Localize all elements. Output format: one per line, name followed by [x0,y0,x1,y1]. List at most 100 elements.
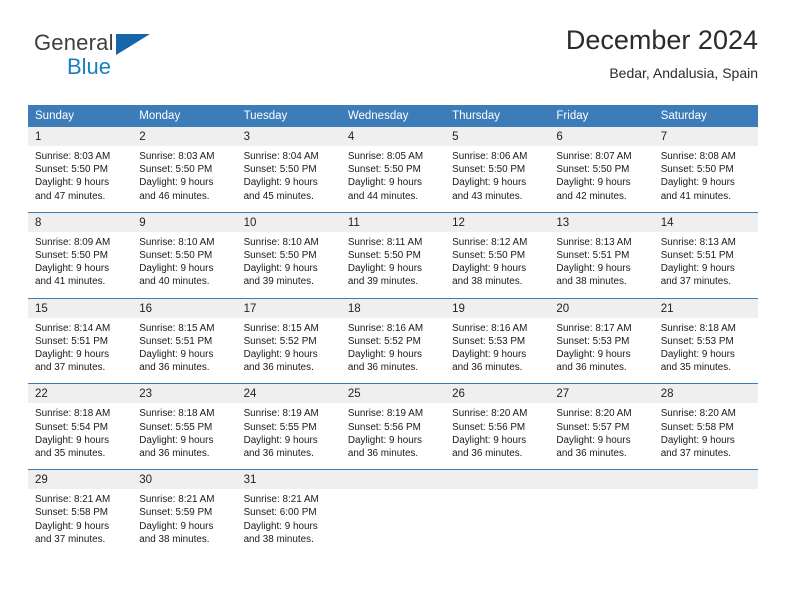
sunrise-text: Sunrise: 8:16 AM [347,322,424,334]
day-number-9[interactable]: 9 [132,212,237,232]
sunset-text: Sunset: 5:53 PM [556,335,630,347]
day-number-row: 1234567 [28,127,758,146]
sunrise-text: Sunrise: 8:18 AM [660,322,736,334]
general-blue-logo: General Blue [34,32,214,94]
sunrise-text: Sunrise: 8:10 AM [243,236,319,248]
sunset-text: Sunset: 5:58 PM [660,421,734,433]
day-cell-30[interactable]: Sunrise: 8:21 AM Sunset: 5:59 PM Daylight:… [132,489,237,556]
day-cell-31[interactable]: Sunrise: 8:21 AM Sunset: 6:00 PM Daylight:… [236,489,341,556]
day-cell-9[interactable]: Sunrise: 8:10 AM Sunset: 5:50 PM Daylight:… [132,231,237,298]
day-cell-4[interactable]: Sunrise: 8:05 AM Sunset: 5:50 PM Daylight:… [340,146,446,212]
day-cell-5[interactable]: Sunrise: 8:06 AM Sunset: 5:50 PM Daylight:… [445,146,550,212]
day-number-11[interactable]: 11 [340,212,446,232]
day-number-14[interactable]: 14 [653,212,758,232]
day-cell-22[interactable]: Sunrise: 8:18 AM Sunset: 5:54 PM Daylight:… [28,403,133,470]
day-cell-13[interactable]: Sunrise: 8:13 AM Sunset: 5:51 PM Daylight:… [549,231,654,298]
day-number-25[interactable]: 25 [340,384,446,404]
daylight-text: Daylight: 9 hours and 38 minutes. [139,520,214,545]
day-cell-20[interactable]: Sunrise: 8:17 AM Sunset: 5:53 PM Daylight:… [549,317,654,384]
day-number-15[interactable]: 15 [28,298,133,318]
day-number-13[interactable]: 13 [549,212,654,232]
daylight-text: Daylight: 9 hours and 37 minutes. [660,434,735,460]
day-number-12[interactable]: 12 [445,212,550,232]
day-number-3[interactable]: 3 [236,127,341,146]
day-cell-empty [549,489,654,556]
day-number-18[interactable]: 18 [340,298,446,318]
day-cell-6[interactable]: Sunrise: 8:07 AM Sunset: 5:50 PM Daylight:… [549,146,654,212]
day-cell-17[interactable]: Sunrise: 8:15 AM Sunset: 5:52 PM Daylight:… [236,317,341,384]
sunset-text: Sunset: 5:55 PM [243,421,317,433]
day-cell-11[interactable]: Sunrise: 8:11 AM Sunset: 5:50 PM Daylight:… [340,231,446,298]
sunset-text: Sunset: 5:50 PM [347,250,421,262]
day-number-16[interactable]: 16 [132,298,237,318]
day-number-23[interactable]: 23 [132,384,237,404]
day-number-4[interactable]: 4 [340,127,446,146]
day-number-2[interactable]: 2 [132,127,237,146]
day-detail-row: Sunrise: 8:09 AM Sunset: 5:50 PM Daylight:… [28,231,758,298]
day-number-1[interactable]: 1 [28,127,133,146]
weekday-header-monday: Monday [132,105,237,127]
weekday-header-friday: Friday [549,105,654,127]
sunrise-text: Sunrise: 8:07 AM [556,151,632,162]
day-cell-14[interactable]: Sunrise: 8:13 AM Sunset: 5:51 PM Daylight:… [653,231,758,298]
sunset-text: Sunset: 5:50 PM [452,250,526,262]
sunrise-text: Sunrise: 8:20 AM [452,408,528,420]
day-number-26[interactable]: 26 [445,384,550,404]
day-number-17[interactable]: 17 [236,298,341,318]
day-cell-29[interactable]: Sunrise: 8:21 AM Sunset: 5:58 PM Daylight:… [28,489,133,556]
day-number-5[interactable]: 5 [445,127,550,146]
day-cell-24[interactable]: Sunrise: 8:19 AM Sunset: 5:55 PM Daylight:… [236,403,341,470]
daylight-text: Daylight: 9 hours and 46 minutes. [139,177,214,202]
day-number-30[interactable]: 30 [132,470,237,490]
day-cell-27[interactable]: Sunrise: 8:20 AM Sunset: 5:57 PM Daylight:… [549,403,654,470]
day-cell-18[interactable]: Sunrise: 8:16 AM Sunset: 5:52 PM Daylight:… [340,317,446,384]
sunset-text: Sunset: 5:54 PM [35,421,109,433]
day-cell-10[interactable]: Sunrise: 8:10 AM Sunset: 5:50 PM Daylight:… [236,231,341,298]
day-number-6[interactable]: 6 [549,127,654,146]
sunrise-text: Sunrise: 8:12 AM [452,236,528,248]
sunrise-text: Sunrise: 8:19 AM [347,408,424,420]
sunrise-text: Sunrise: 8:13 AM [660,236,736,248]
day-number-27[interactable]: 27 [549,384,654,404]
day-cell-7[interactable]: Sunrise: 8:08 AM Sunset: 5:50 PM Daylight:… [653,146,758,212]
sunset-text: Sunset: 5:51 PM [35,335,109,347]
day-cell-3[interactable]: Sunrise: 8:04 AM Sunset: 5:50 PM Daylight:… [236,146,341,212]
day-number-28[interactable]: 28 [653,384,758,404]
sunrise-text: Sunrise: 8:14 AM [35,322,111,334]
sunrise-text: Sunrise: 8:21 AM [243,494,319,506]
sunset-text: Sunset: 5:50 PM [452,164,526,176]
sunset-text: Sunset: 6:00 PM [243,507,317,519]
day-number-29[interactable]: 29 [28,470,133,490]
sunrise-text: Sunrise: 8:06 AM [452,151,528,162]
day-cell-empty [445,489,550,556]
logo-triangle-icon [116,34,150,55]
day-number-21[interactable]: 21 [653,298,758,318]
sunset-text: Sunset: 5:52 PM [243,335,317,347]
day-cell-28[interactable]: Sunrise: 8:20 AM Sunset: 5:58 PM Daylight:… [653,403,758,470]
day-cell-25[interactable]: Sunrise: 8:19 AM Sunset: 5:56 PM Daylight:… [340,403,446,470]
daylight-text: Daylight: 9 hours and 38 minutes. [556,263,631,288]
sunrise-sunset-calendar-table: Sunday Monday Tuesday Wednesday Thursday Frid… [28,105,758,556]
day-cell-15[interactable]: Sunrise: 8:14 AM Sunset: 5:51 PM Daylight:… [28,317,133,384]
day-cell-12[interactable]: Sunrise: 8:12 AM Sunset: 5:50 PM Daylight:… [445,231,550,298]
day-number-24[interactable]: 24 [236,384,341,404]
day-number-31[interactable]: 31 [236,470,341,490]
day-cell-1[interactable]: Sunrise: 8:03 AM Sunset: 5:50 PM Daylight:… [28,146,133,212]
day-cell-23[interactable]: Sunrise: 8:18 AM Sunset: 5:55 PM Daylight:… [132,403,237,470]
day-number-22[interactable]: 22 [28,384,133,404]
day-number-10[interactable]: 10 [236,212,341,232]
weekday-header-thursday: Thursday [445,105,550,127]
logo-text-blue: Blue [67,54,112,79]
day-number-row: 15 16 17 18 19 20 21 [28,298,758,318]
day-cell-8[interactable]: Sunrise: 8:09 AM Sunset: 5:50 PM Daylight:… [28,231,133,298]
day-cell-21[interactable]: Sunrise: 8:18 AM Sunset: 5:53 PM Daylight:… [653,317,758,384]
day-cell-19[interactable]: Sunrise: 8:16 AM Sunset: 5:53 PM Daylight:… [445,317,550,384]
day-cell-16[interactable]: Sunrise: 8:15 AM Sunset: 5:51 PM Daylight:… [132,317,237,384]
day-cell-2[interactable]: Sunrise: 8:03 AM Sunset: 5:50 PM Daylight:… [132,146,237,212]
daylight-text: Daylight: 9 hours and 40 minutes. [139,263,214,288]
day-number-20[interactable]: 20 [549,298,654,318]
day-number-8[interactable]: 8 [28,212,133,232]
day-number-19[interactable]: 19 [445,298,550,318]
day-number-7[interactable]: 7 [653,127,758,146]
day-cell-26[interactable]: Sunrise: 8:20 AM Sunset: 5:56 PM Daylight:… [445,403,550,470]
